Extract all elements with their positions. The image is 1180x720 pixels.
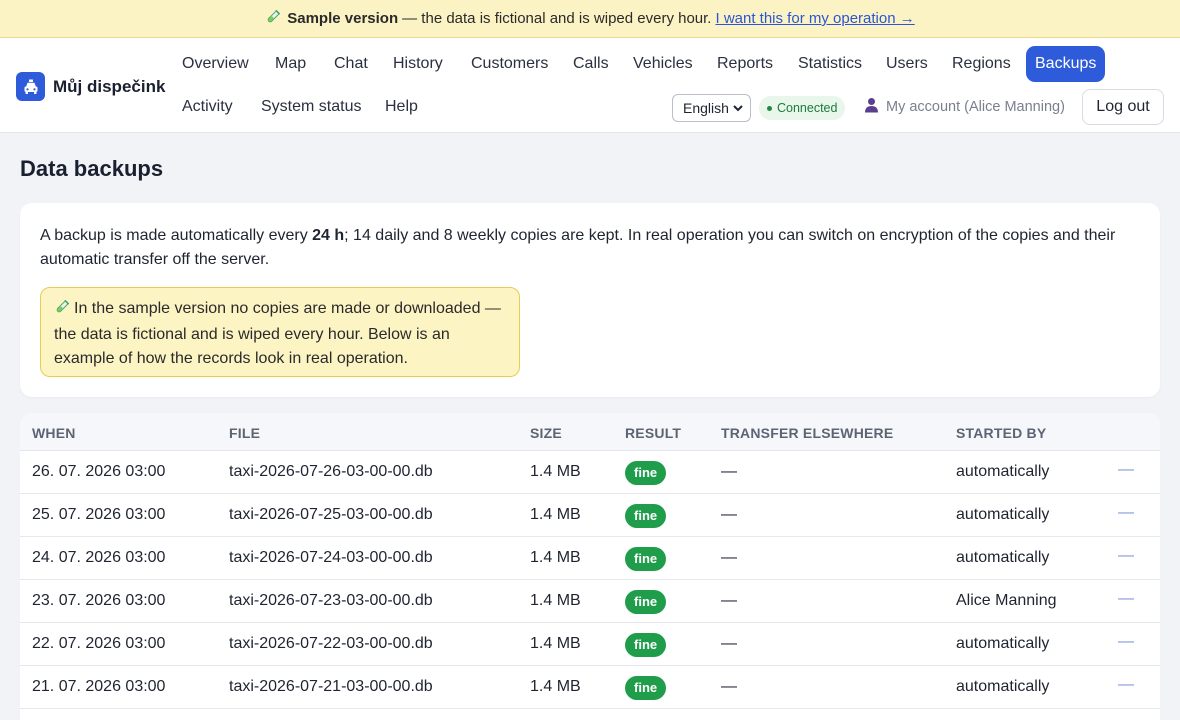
row-action: — <box>1118 590 1134 607</box>
nav-calls[interactable]: Calls <box>564 46 618 82</box>
nav-regions[interactable]: Regions <box>943 46 1020 82</box>
cell-size: 1.4 MB <box>530 592 581 609</box>
banner-text: — the data is fictional and is wiped eve… <box>402 10 712 27</box>
status-dot-icon <box>767 105 772 111</box>
logout-button[interactable]: Log out <box>1082 89 1164 125</box>
column-header-transfer: TRANSFER ELSEWHERE <box>721 425 894 441</box>
cell-transfer: — <box>721 635 737 652</box>
row-action: — <box>1118 504 1134 521</box>
row-action: — <box>1118 633 1134 650</box>
nav-backups[interactable]: Backups <box>1026 46 1106 82</box>
cell-when: 23. 07. 2026 03:00 <box>32 592 166 609</box>
cell-started-by: automatically <box>956 506 1050 523</box>
result-badge: fine <box>625 676 667 700</box>
column-header-file: FILE <box>229 425 261 441</box>
cell-started-by: Alice Manning <box>956 592 1057 609</box>
result-badge: fine <box>625 633 667 657</box>
banner-title: Sample version <box>287 10 399 27</box>
cell-file: taxi-2026-07-26-03-00-00.db <box>229 463 433 480</box>
cell-size: 1.4 MB <box>530 549 581 566</box>
table-row: 23. 07. 2026 03:00 taxi-2026-07-23-03-00… <box>20 580 1160 623</box>
chevron-down-icon <box>732 99 744 120</box>
nav-history[interactable]: History <box>384 46 452 82</box>
column-header-size: SIZE <box>530 425 562 441</box>
table-row: 26. 07. 2026 03:00 taxi-2026-07-26-03-00… <box>20 451 1160 494</box>
brand-name: Můj dispečink <box>53 76 166 96</box>
connection-status-text: Connected <box>777 101 838 115</box>
cell-file: taxi-2026-07-21-03-00-00.db <box>229 678 433 695</box>
cell-started-by: automatically <box>956 678 1050 695</box>
test-tube-icon <box>265 9 281 28</box>
result-badge: fine <box>625 590 667 614</box>
cell-size: 1.4 MB <box>530 635 581 652</box>
backup-info-text: A backup is made automatically every 24 … <box>40 227 1116 268</box>
result-badge: fine <box>625 461 667 485</box>
cell-transfer: — <box>721 592 737 609</box>
nav-system-status[interactable]: System status <box>252 89 370 125</box>
cell-file: taxi-2026-07-23-03-00-00.db <box>229 592 433 609</box>
nav-overview[interactable]: Overview <box>173 46 258 82</box>
cell-started-by: automatically <box>956 635 1050 652</box>
backup-info-card: A backup is made automatically every 24 … <box>20 203 1160 397</box>
language-value: English <box>683 100 729 116</box>
column-header-started-by: STARTED BY <box>956 425 1047 441</box>
table-row: 21. 07. 2026 03:00 taxi-2026-07-21-03-00… <box>20 666 1160 709</box>
taxi-icon <box>16 72 45 101</box>
row-action: — <box>1118 461 1134 478</box>
cell-when: 24. 07. 2026 03:00 <box>32 549 166 566</box>
nav-help[interactable]: Help <box>376 89 427 125</box>
nav-statistics[interactable]: Statistics <box>789 46 871 82</box>
cell-when: 22. 07. 2026 03:00 <box>32 635 166 652</box>
table-row: 22. 07. 2026 03:00 taxi-2026-07-22-03-00… <box>20 623 1160 666</box>
cell-file: taxi-2026-07-25-03-00-00.db <box>229 506 433 523</box>
nav-map[interactable]: Map <box>266 46 315 82</box>
cell-started-by: automatically <box>956 549 1050 566</box>
connection-status-badge: Connected <box>759 96 846 120</box>
column-header-result: RESULT <box>625 425 682 441</box>
my-account-text: My account (Alice Manning) <box>886 99 1065 115</box>
cell-started-by: automatically <box>956 463 1050 480</box>
sample-note-text: In the sample version no copies are made… <box>54 300 501 367</box>
app-header: Můj dispečink Overview Map Chat History … <box>0 38 1180 133</box>
table-row: 24. 07. 2026 03:00 taxi-2026-07-24-03-00… <box>20 537 1160 580</box>
nav-reports[interactable]: Reports <box>708 46 782 82</box>
my-account-link[interactable]: My account (Alice Manning) <box>864 97 1065 117</box>
language-select[interactable]: English <box>672 94 751 122</box>
row-action: — <box>1118 547 1134 564</box>
table-row: 25. 07. 2026 03:00 taxi-2026-07-25-03-00… <box>20 494 1160 537</box>
cell-transfer: — <box>721 549 737 566</box>
result-badge: fine <box>625 547 667 571</box>
cell-transfer: — <box>721 463 737 480</box>
cell-file: taxi-2026-07-22-03-00-00.db <box>229 635 433 652</box>
cell-file: taxi-2026-07-24-03-00-00.db <box>229 549 433 566</box>
backup-interval: 24 h <box>312 227 345 244</box>
cell-size: 1.4 MB <box>530 506 581 523</box>
person-icon <box>864 97 879 117</box>
cell-size: 1.4 MB <box>530 463 581 480</box>
backups-table: WHEN FILE SIZE RESULT TRANSFER ELSEWHERE… <box>20 413 1160 720</box>
cell-transfer: — <box>721 678 737 695</box>
column-header-when: WHEN <box>32 425 76 441</box>
nav-users[interactable]: Users <box>877 46 937 82</box>
cell-when: 21. 07. 2026 03:00 <box>32 678 166 695</box>
cell-transfer: — <box>721 506 737 523</box>
test-tube-icon <box>54 299 70 323</box>
nav-chat[interactable]: Chat <box>325 46 377 82</box>
page-title: Data backups <box>20 156 164 181</box>
sample-version-note: In the sample version no copies are made… <box>40 287 520 377</box>
cell-size: 1.4 MB <box>530 678 581 695</box>
row-action: — <box>1118 676 1134 693</box>
nav-customers[interactable]: Customers <box>462 46 557 82</box>
cell-when: 25. 07. 2026 03:00 <box>32 506 166 523</box>
sample-version-banner: Sample version — the data is fictional a… <box>0 0 1180 38</box>
brand[interactable]: Můj dispečink <box>16 72 165 101</box>
nav-vehicles[interactable]: Vehicles <box>624 46 702 82</box>
cell-when: 26. 07. 2026 03:00 <box>32 463 166 480</box>
table-header: WHEN FILE SIZE RESULT TRANSFER ELSEWHERE… <box>20 413 1160 451</box>
nav-activity[interactable]: Activity <box>173 89 242 125</box>
result-badge: fine <box>625 504 667 528</box>
want-this-link[interactable]: I want this for my operation → <box>715 10 914 27</box>
